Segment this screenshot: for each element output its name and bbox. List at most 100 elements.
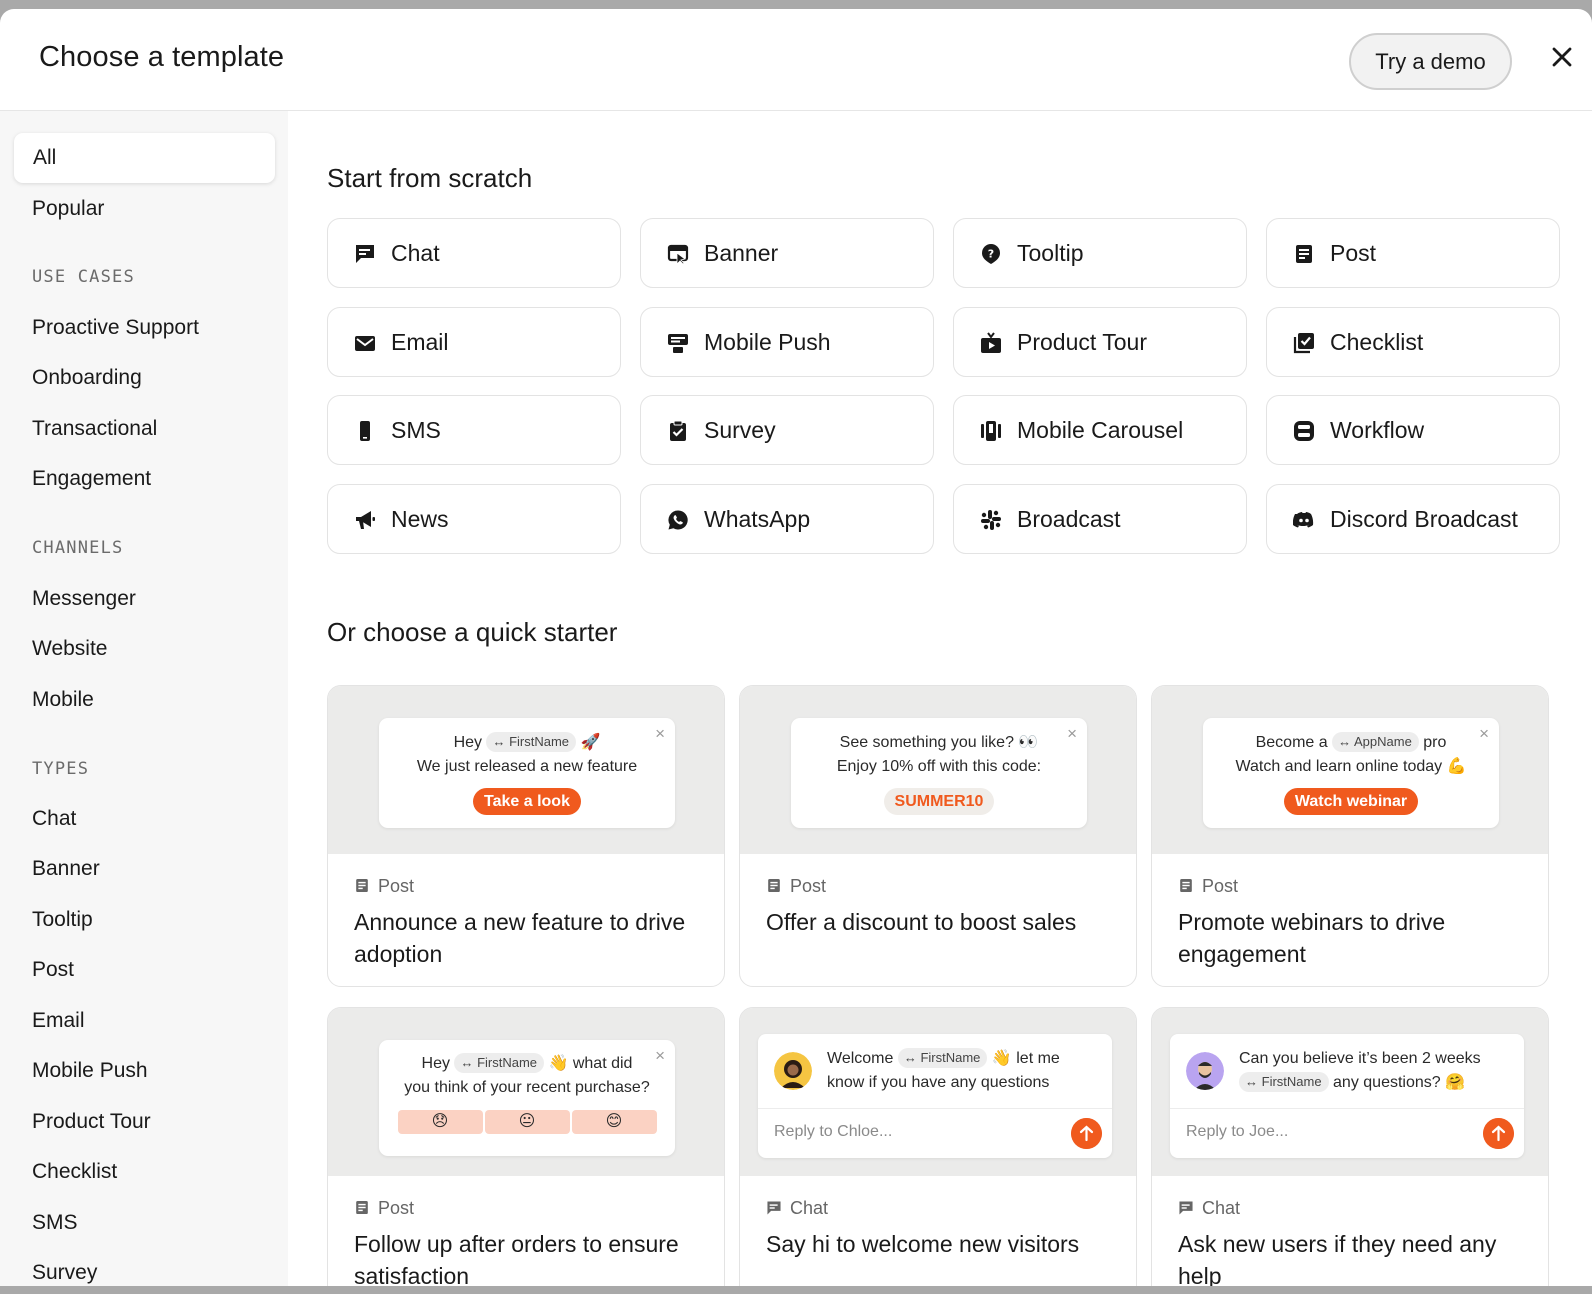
tile-label: SMS [391, 417, 441, 443]
card-preview: × Become a ↔ AppName pro Watch and learn… [1152, 686, 1548, 854]
sidebar-item-post[interactable]: Post [32, 958, 74, 982]
tile-broadcast[interactable]: Broadcast [953, 484, 1247, 554]
card-title: Announce a new feature to drive adoption [354, 909, 686, 967]
tile-product-tour[interactable]: Product Tour [953, 307, 1247, 377]
workflow-icon [1294, 421, 1314, 441]
card-preview: Can you believe it’s been 2 weeks ↔ First… [1152, 1008, 1548, 1176]
email-icon [355, 336, 375, 351]
starter-card-ask-new-users[interactable]: Can you believe it’s been 2 weeks ↔ First… [1151, 1007, 1549, 1286]
card-type: Chat [766, 1198, 828, 1219]
post-icon [1180, 878, 1192, 893]
tile-label: Workflow [1330, 417, 1425, 443]
appname-chip: ↔ AppName [1332, 732, 1419, 752]
card-type: Post [766, 876, 826, 897]
tile-label: Mobile Push [704, 329, 831, 355]
sidebar-item-proactive-support[interactable]: Proactive Support [32, 316, 199, 340]
tile-whatsapp[interactable]: WhatsApp [640, 484, 934, 554]
channels-heading: CHANNELS [32, 538, 124, 558]
template-modal: Choose a template Try a demo All Popular… [0, 9, 1592, 1286]
tile-email[interactable]: Email [327, 307, 621, 377]
sidebar-item-survey[interactable]: Survey [32, 1261, 97, 1285]
sidebar-item-chat[interactable]: Chat [32, 807, 76, 831]
card-type: Post [354, 1198, 414, 1219]
tile-post[interactable]: Post [1266, 218, 1560, 288]
starter-card-offer-discount[interactable]: × See something you like? 👀 Enjoy 10% of… [739, 685, 1137, 987]
tile-discord-broadcast[interactable]: Discord Broadcast [1266, 484, 1560, 554]
tile-mobile-carousel[interactable]: Mobile Carousel [953, 395, 1247, 465]
preview-popup: × Hey ↔ FirstName 👋 what did you think o… [379, 1040, 675, 1156]
sidebar-item-email[interactable]: Email [32, 1009, 85, 1033]
avatar [774, 1052, 812, 1090]
close-icon: × [655, 1046, 665, 1065]
chat-preview: Can you believe it’s been 2 weeks ↔ First… [1170, 1034, 1524, 1158]
reply-input: Reply to Chloe... [774, 1123, 893, 1140]
tile-chat[interactable]: Chat [327, 218, 621, 288]
card-type: Post [354, 876, 414, 897]
sidebar-item-tooltip[interactable]: Tooltip [32, 908, 93, 932]
starter-card-promote-webinars[interactable]: × Become a ↔ AppName pro Watch and learn… [1151, 685, 1549, 987]
chat-message: Can you believe it’s been 2 weeks ↔ First… [1239, 1050, 1481, 1092]
neutral-rating: 😐 [484, 1110, 570, 1134]
tile-workflow[interactable]: Workflow [1266, 395, 1560, 465]
sidebar-item-popular[interactable]: Popular [32, 197, 104, 221]
tile-label: News [391, 506, 449, 532]
tile-mobile-push[interactable]: Mobile Push [640, 307, 934, 377]
modal-header: Choose a template Try a demo [0, 9, 1592, 111]
sidebar-item-engagement[interactable]: Engagement [32, 467, 151, 491]
card-title: Follow up after orders to ensure satisfa… [354, 1231, 679, 1286]
sidebar-item-all[interactable]: All [14, 133, 275, 183]
tile-sms[interactable]: SMS [327, 395, 621, 465]
chat-preview: Welcome ↔ FirstName 👋 let me know if you … [758, 1034, 1112, 1158]
tile-label: Discord Broadcast [1330, 506, 1518, 532]
tile-checklist[interactable]: Checklist [1266, 307, 1560, 377]
tile-tooltip[interactable]: ? Tooltip [953, 218, 1247, 288]
starter-card-announce-feature[interactable]: × Hey ↔ FirstName 🚀 We just released a n… [327, 685, 725, 987]
firstname-chip: ↔ FirstName [1239, 1072, 1329, 1092]
happy-rating: 😊 [571, 1110, 657, 1134]
tile-label: Post [1330, 240, 1377, 266]
sidebar: All Popular USE CASES Proactive Support … [0, 111, 288, 1286]
send-arrow-icon [1071, 1118, 1102, 1149]
chat-icon [767, 1201, 781, 1215]
sidebar-item-mobile-push[interactable]: Mobile Push [32, 1059, 148, 1083]
sidebar-item-onboarding[interactable]: Onboarding [32, 366, 142, 390]
megaphone-icon [356, 511, 375, 529]
close-icon: × [1067, 724, 1077, 743]
try-demo-button[interactable]: Try a demo [1349, 33, 1512, 90]
tile-label: Chat [391, 240, 440, 266]
starter-card-follow-up-orders[interactable]: × Hey ↔ FirstName 👋 what did you think o… [327, 1007, 725, 1286]
starter-card-welcome-visitors[interactable]: Welcome ↔ FirstName 👋 let me know if you … [739, 1007, 1137, 1286]
close-icon: × [655, 724, 665, 743]
chat-message: Welcome ↔ FirstName 👋 let me know if you … [827, 1048, 1060, 1091]
discord-icon [1293, 512, 1314, 528]
sidebar-item-banner[interactable]: Banner [32, 857, 100, 881]
card-preview: × See something you like? 👀 Enjoy 10% of… [740, 686, 1136, 854]
tile-label: Survey [704, 417, 776, 443]
tile-survey[interactable]: Survey [640, 395, 934, 465]
post-icon [1296, 245, 1312, 263]
send-arrow-icon [1483, 1118, 1514, 1149]
tile-banner[interactable]: Banner [640, 218, 934, 288]
checklist-icon [1293, 333, 1314, 354]
sidebar-item-mobile[interactable]: Mobile [32, 688, 94, 712]
sidebar-item-transactional[interactable]: Transactional [32, 417, 157, 441]
firstname-chip: ↔ FirstName [454, 1053, 545, 1073]
tooltip-icon: ? [982, 244, 1000, 264]
tile-news[interactable]: News [327, 484, 621, 554]
divider [758, 1108, 1112, 1109]
sidebar-item-website[interactable]: Website [32, 637, 107, 661]
sidebar-item-checklist[interactable]: Checklist [32, 1160, 117, 1184]
close-icon[interactable] [1548, 43, 1576, 71]
sidebar-item-messenger[interactable]: Messenger [32, 587, 136, 611]
card-preview: × Hey ↔ FirstName 👋 what did you think o… [328, 1008, 724, 1176]
card-type: Chat [1178, 1198, 1240, 1219]
sms-icon [360, 421, 370, 441]
sidebar-item-sms[interactable]: SMS [32, 1211, 78, 1235]
banner-icon [667, 244, 689, 265]
card-title: Offer a discount to boost sales [766, 909, 1077, 935]
sidebar-item-product-tour[interactable]: Product Tour [32, 1110, 151, 1134]
main-content: Start from scratch Chat Banner ? Tooltip… [288, 111, 1592, 1286]
scratch-title: Start from scratch [327, 163, 533, 193]
close-icon: × [1479, 724, 1489, 743]
card-title: Say hi to welcome new visitors [766, 1231, 1080, 1257]
